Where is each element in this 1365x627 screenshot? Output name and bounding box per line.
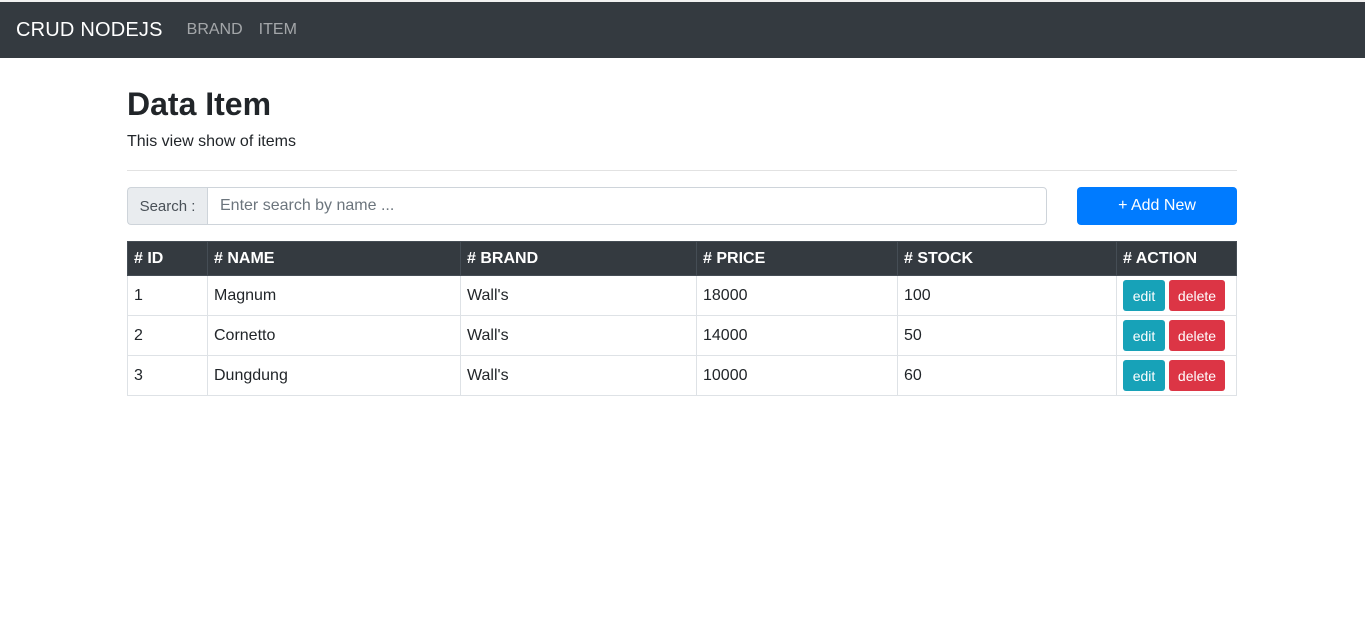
cell-stock: 50 bbox=[897, 315, 1117, 356]
cell-action: edit delete bbox=[1116, 355, 1237, 396]
nav-link-brand[interactable]: BRAND bbox=[187, 21, 243, 39]
edit-button[interactable]: edit bbox=[1123, 360, 1165, 391]
cell-stock: 60 bbox=[897, 355, 1117, 396]
cell-price: 14000 bbox=[696, 315, 898, 356]
cell-brand: Wall's bbox=[460, 355, 697, 396]
cell-stock: 100 bbox=[897, 275, 1117, 316]
search-input[interactable] bbox=[207, 187, 1047, 225]
cell-brand: Wall's bbox=[460, 315, 697, 356]
cell-name: Dungdung bbox=[207, 355, 461, 396]
cell-action: edit delete bbox=[1116, 275, 1237, 316]
search-label: Search : bbox=[127, 187, 207, 225]
nav-link-item[interactable]: ITEM bbox=[259, 21, 297, 39]
search-group: Search : bbox=[127, 187, 1047, 225]
items-table: # ID # NAME # BRAND # PRICE # STOCK # AC… bbox=[127, 241, 1237, 396]
table-row: 2 Cornetto Wall's 14000 50 edit delete bbox=[127, 315, 1237, 356]
cell-name: Magnum bbox=[207, 275, 461, 316]
page-subtitle: This view show of items bbox=[127, 133, 296, 150]
header-action: # ACTION bbox=[1116, 241, 1237, 276]
delete-button[interactable]: delete bbox=[1169, 320, 1225, 351]
cell-brand: Wall's bbox=[460, 275, 697, 316]
cell-id: 3 bbox=[127, 355, 208, 396]
table-row: 3 Dungdung Wall's 10000 60 edit delete bbox=[127, 355, 1237, 396]
header-stock: # STOCK bbox=[897, 241, 1117, 276]
header-brand: # BRAND bbox=[460, 241, 697, 276]
navbar: CRUD NODEJS BRAND ITEM bbox=[0, 2, 1365, 58]
cell-action: edit delete bbox=[1116, 315, 1237, 356]
divider bbox=[127, 170, 1237, 171]
cell-price: 10000 bbox=[696, 355, 898, 396]
delete-button[interactable]: delete bbox=[1169, 360, 1225, 391]
cell-id: 2 bbox=[127, 315, 208, 356]
cell-id: 1 bbox=[127, 275, 208, 316]
cell-name: Cornetto bbox=[207, 315, 461, 356]
table-row: 1 Magnum Wall's 18000 100 edit delete bbox=[127, 275, 1237, 316]
header-name: # NAME bbox=[207, 241, 461, 276]
navbar-brand[interactable]: CRUD NODEJS bbox=[16, 19, 163, 42]
edit-button[interactable]: edit bbox=[1123, 280, 1165, 311]
delete-button[interactable]: delete bbox=[1169, 280, 1225, 311]
cell-price: 18000 bbox=[696, 275, 898, 316]
header-id: # ID bbox=[127, 241, 208, 276]
page-title: Data Item bbox=[127, 86, 272, 122]
table-header-row: # ID # NAME # BRAND # PRICE # STOCK # AC… bbox=[127, 241, 1237, 276]
edit-button[interactable]: edit bbox=[1123, 320, 1165, 351]
add-new-button[interactable]: + Add New bbox=[1077, 187, 1237, 225]
main-container: Data Item This view show of items Search… bbox=[127, 58, 1237, 396]
search-row: Search : + Add New bbox=[127, 187, 1237, 225]
header-price: # PRICE bbox=[696, 241, 898, 276]
